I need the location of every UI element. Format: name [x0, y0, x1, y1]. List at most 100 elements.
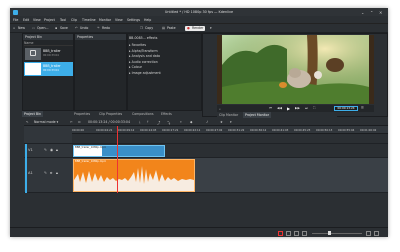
- zoom-icon[interactable]: ⌕: [219, 107, 221, 111]
- menu-project[interactable]: Project: [44, 18, 55, 22]
- zoom-slider-handle[interactable]: [328, 231, 331, 235]
- mode-dropdown[interactable]: Normal mode ▾: [34, 120, 58, 124]
- play-icon[interactable]: ▶: [287, 106, 290, 111]
- insert-icon[interactable]: ⤓: [139, 120, 140, 124]
- undo-button[interactable]: ↶ Undo: [75, 26, 88, 31]
- menu-clip[interactable]: Clip: [71, 18, 77, 22]
- status-zoom-in-icon[interactable]: [366, 230, 371, 236]
- timeline-timecode[interactable]: 00:00:13:24 / 00:00:33:04: [88, 120, 130, 124]
- paste-label: Paste: [167, 26, 176, 30]
- rewind-icon[interactable]: ◀◀: [277, 106, 282, 110]
- tab-clip-properties[interactable]: Clip Properties: [97, 111, 124, 117]
- fullscreen-icon[interactable]: ⛶: [313, 106, 315, 110]
- maximize-icon[interactable]: ⌃: [370, 10, 373, 15]
- clip-name-selected: BBB_trailer: [43, 64, 61, 68]
- audio-track-target[interactable]: [25, 158, 27, 193]
- render-button[interactable]: ● Render: [185, 26, 206, 31]
- redo-button[interactable]: ↷ Redo: [97, 26, 110, 31]
- video-preview[interactable]: [217, 35, 374, 104]
- ruler-tick: 00:00:27:02: [206, 127, 223, 132]
- undo-label: Undo: [80, 26, 89, 30]
- video-clip[interactable]: BBB_trailer_1080p.mp4: [73, 145, 165, 157]
- audio-track-header: A1 ✎ 🔊︎ 🔒︎: [24, 158, 72, 193]
- render-label: Render: [192, 26, 204, 30]
- tab-compositions[interactable]: Compositions: [130, 111, 156, 117]
- track-label: V1: [28, 148, 33, 152]
- video-clip-label: BBB_trailer_1080p.mp4: [75, 146, 106, 149]
- tab-properties[interactable]: Properties: [72, 111, 92, 117]
- track-empty: [24, 134, 388, 144]
- ruler-tick: 00:00:36:12: [250, 127, 267, 132]
- effects-panel: BB-0085... effects ▸ Favorites ▸ Alpha/T…: [127, 33, 202, 111]
- effect-alpha: Alpha/Transform: [131, 48, 158, 53]
- properties-title: Properties: [75, 34, 126, 40]
- monitor-timecode[interactable]: 00:00:13:24: [334, 106, 358, 111]
- menu-tool[interactable]: Tool: [60, 18, 66, 22]
- film-icon: [30, 50, 36, 56]
- new-label: New: [18, 26, 25, 30]
- ruler-tick: 00:00:55:04: [338, 127, 355, 132]
- effects-list: ▸ Favorites ▸ Alpha/Transform ▸ Analysis…: [129, 43, 201, 76]
- menu-help[interactable]: Help: [144, 18, 151, 22]
- visibility-icon[interactable]: ◉: [50, 148, 53, 152]
- lock-icon[interactable]: 🔒︎: [56, 148, 58, 152]
- mute-icon[interactable]: 🔊︎: [50, 171, 52, 175]
- minimize-icon[interactable]: ⌄: [361, 10, 364, 15]
- menu-monitor[interactable]: Monitor: [99, 18, 111, 22]
- ruler-tick: 00:00:22:11: [184, 127, 201, 132]
- audio-lock-icon[interactable]: 🔒︎: [56, 171, 58, 175]
- save-label: Save: [60, 26, 68, 30]
- status-fit-icon[interactable]: [374, 230, 379, 236]
- skip-forward-icon[interactable]: ⏭: [305, 106, 308, 110]
- menu-edit[interactable]: Edit: [23, 18, 29, 22]
- paste-button[interactable]: ▤ Paste: [162, 26, 176, 31]
- properties-panel: Properties: [74, 33, 127, 111]
- overwrite-icon[interactable]: ⤒: [147, 120, 148, 124]
- effect-audio: Audio correction: [131, 59, 158, 64]
- audio-thumb-icon[interactable]: ♪: [206, 120, 208, 124]
- audio-clip[interactable]: BBB_trailer_1080p.mp4: [73, 159, 195, 192]
- timeline-menu-icon[interactable]: ▾: [230, 120, 232, 124]
- menu-file[interactable]: File: [13, 18, 18, 22]
- spacer-tool-icon[interactable]: ⇔: [78, 120, 81, 124]
- timeline-ruler[interactable]: 00:00:00 00:00:04:21 00:00:09:12 00:00:1…: [72, 126, 388, 134]
- status-record-icon[interactable]: [278, 230, 283, 236]
- bin-column-name[interactable]: Name: [24, 41, 73, 46]
- select-tool-icon[interactable]: ↖: [26, 120, 29, 124]
- copy-button[interactable]: ❐ Copy: [140, 26, 153, 31]
- menu-view[interactable]: View: [33, 18, 41, 22]
- bin-clip-row-selected[interactable]: BBB_trailer 00:00:33:04: [24, 62, 73, 76]
- new-button[interactable]: ▫ New: [13, 26, 25, 31]
- razor-tool-icon[interactable]: ✂: [70, 120, 73, 124]
- tab-effects[interactable]: Effects: [159, 111, 174, 117]
- menu-view-2[interactable]: View: [115, 18, 123, 22]
- edit-icon[interactable]: ✎: [44, 148, 47, 152]
- open-button[interactable]: ▭ Open...: [32, 26, 49, 31]
- zoom-slider[interactable]: [312, 232, 362, 234]
- menu-timeline[interactable]: Timeline: [82, 18, 96, 22]
- snap-icon[interactable]: ⌖: [180, 120, 182, 124]
- skip-back-icon[interactable]: ⏮: [269, 106, 272, 110]
- close-icon[interactable]: ✕: [379, 10, 382, 15]
- menu-settings[interactable]: Settings: [127, 18, 140, 22]
- title-bar: Untitled * / HD 1080p 30 fps — Kdenlive …: [10, 8, 388, 16]
- effect-category[interactable]: ▸ Image adjustment: [129, 71, 201, 77]
- monitor-menu-icon[interactable]: ☰: [361, 106, 364, 110]
- audio-edit-icon[interactable]: ✎: [44, 171, 47, 175]
- bin-clip-row[interactable]: BBB_trailer 00:00:33:04: [24, 47, 73, 61]
- status-zoom-out-icon[interactable]: [302, 230, 307, 236]
- ruler-tick: 00:00:00: [72, 127, 85, 132]
- marker-icon[interactable]: ◆: [190, 120, 192, 124]
- timeline-playhead[interactable]: [117, 126, 118, 193]
- redo-label: Redo: [102, 26, 111, 30]
- status-audio-icon[interactable]: [294, 230, 299, 236]
- save-button[interactable]: ▪ Save: [55, 26, 68, 31]
- lift-icon[interactable]: ⤴: [157, 120, 160, 125]
- status-split-icon[interactable]: [286, 230, 291, 236]
- track-target-indicator[interactable]: [25, 144, 27, 158]
- favorite-icon[interactable]: ★: [220, 120, 223, 124]
- toolbar-extra-menu[interactable]: ▾: [210, 26, 212, 31]
- extract-icon[interactable]: ⤵: [167, 120, 170, 125]
- tab-project-bin[interactable]: Project Bin: [22, 111, 44, 117]
- forward-icon[interactable]: ▶▶: [295, 106, 300, 110]
